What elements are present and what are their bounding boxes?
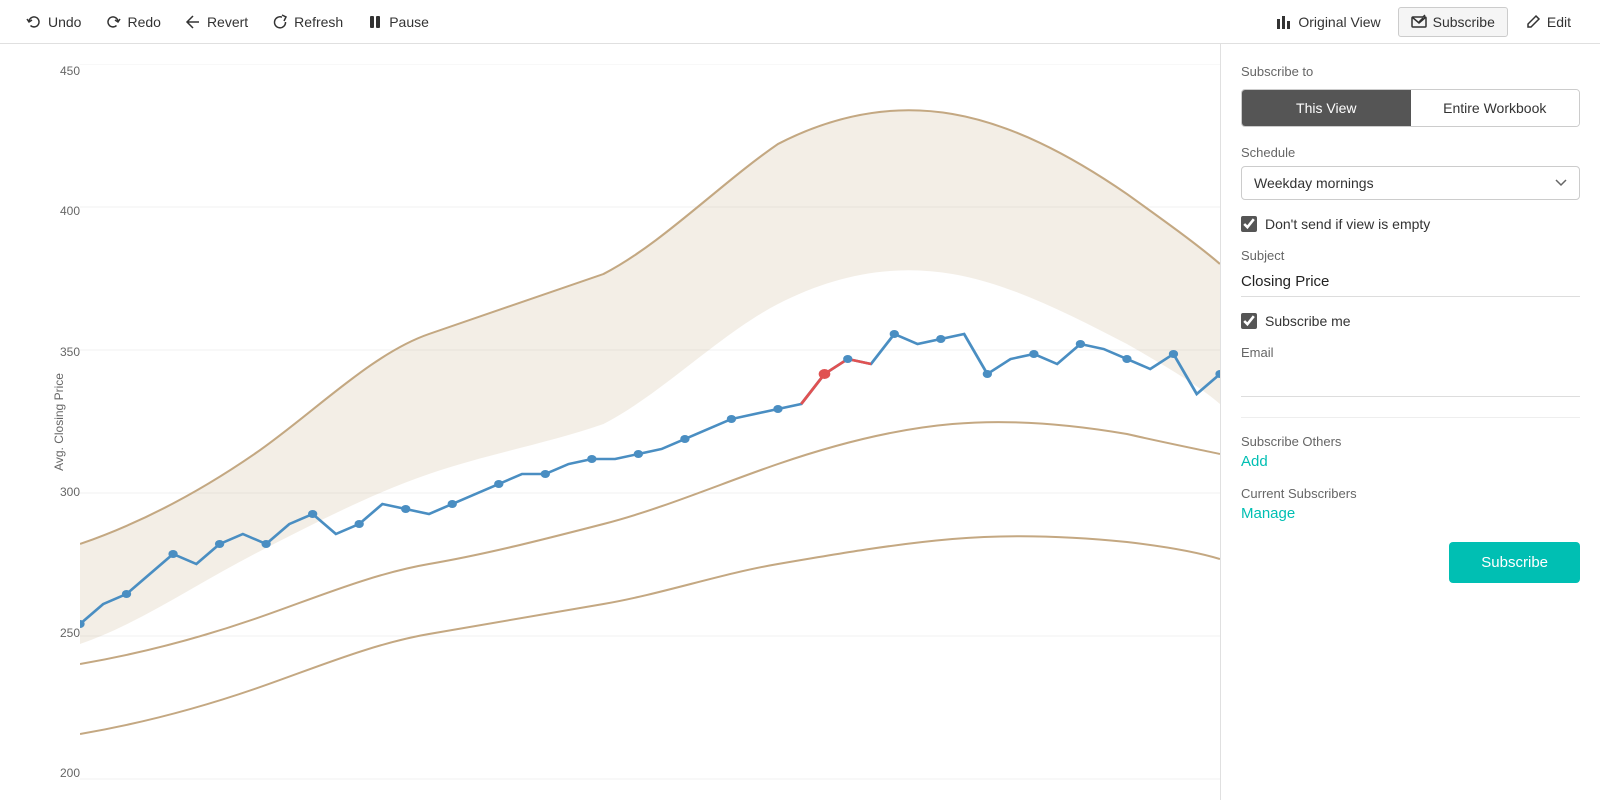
dont-send-empty-checkbox[interactable] [1241, 216, 1257, 232]
data-point [1076, 340, 1085, 348]
current-subscribers-label: Current Subscribers [1241, 486, 1580, 501]
divider [1241, 417, 1580, 418]
revert-icon [185, 14, 201, 30]
redo-label: Redo [127, 14, 160, 30]
data-point [215, 540, 224, 548]
y-tick-350: 350 [50, 345, 80, 359]
y-tick-450: 450 [50, 64, 80, 78]
email-label: Email [1241, 345, 1580, 360]
y-tick-300: 300 [50, 485, 80, 499]
subject-value: Closing Price [1241, 267, 1580, 297]
main-area: Avg. Closing Price 450 400 350 300 250 2… [0, 44, 1600, 800]
edit-icon [1525, 14, 1541, 30]
refresh-label: Refresh [294, 14, 343, 30]
pause-icon [367, 14, 383, 30]
chart-svg [80, 64, 1220, 780]
y-axis-ticks: 450 400 350 300 250 200 [50, 64, 80, 780]
subscribe-nav-label: Subscribe [1433, 14, 1495, 30]
chart-area: Avg. Closing Price 450 400 350 300 250 2… [0, 44, 1220, 800]
data-point [168, 550, 177, 558]
subscribe-me-label[interactable]: Subscribe me [1265, 313, 1351, 329]
red-segment [801, 359, 871, 404]
data-point [634, 450, 643, 458]
undo-button[interactable]: Undo [16, 8, 91, 36]
dont-send-empty-label[interactable]: Don't send if view is empty [1265, 216, 1430, 232]
toolbar-right: Original View Subscribe Edit [1263, 7, 1584, 37]
email-input[interactable] [1241, 364, 1580, 397]
revert-button[interactable]: Revert [175, 8, 258, 36]
data-point [355, 520, 364, 528]
data-point [890, 330, 899, 338]
original-view-label: Original View [1298, 14, 1380, 30]
data-point [494, 480, 503, 488]
email-section: Email [1241, 345, 1580, 397]
pause-button[interactable]: Pause [357, 8, 439, 36]
refresh-icon [272, 14, 288, 30]
y-tick-400: 400 [50, 204, 80, 218]
undo-icon [26, 14, 42, 30]
y-tick-200: 200 [50, 766, 80, 780]
data-point [261, 540, 270, 548]
redo-button[interactable]: Redo [95, 8, 170, 36]
redo-icon [105, 14, 121, 30]
schedule-label: Schedule [1241, 145, 1580, 160]
data-point [773, 405, 782, 413]
subscribe-panel: Subscribe to This View Entire Workbook S… [1220, 44, 1600, 800]
data-point [401, 505, 410, 513]
lower-lower-band-line [80, 536, 1220, 734]
data-point [122, 590, 131, 598]
refresh-button[interactable]: Refresh [262, 8, 353, 36]
data-point [1169, 350, 1178, 358]
chart-svg-container [80, 64, 1220, 780]
toolbar: Undo Redo Revert Refresh Pause [0, 0, 1600, 44]
chart-icon [1276, 14, 1292, 30]
upper-band-fill [80, 110, 1220, 644]
original-view-button[interactable]: Original View [1263, 7, 1393, 37]
dont-send-empty-row: Don't send if view is empty [1241, 216, 1580, 232]
subscribe-to-label: Subscribe to [1241, 64, 1580, 79]
this-view-button[interactable]: This View [1242, 90, 1411, 126]
schedule-select[interactable]: Weekday mornings Daily Weekly Monthly [1241, 166, 1580, 200]
data-point [936, 335, 945, 343]
pause-label: Pause [389, 14, 429, 30]
subscribe-button[interactable]: Subscribe [1398, 7, 1508, 37]
email-icon [1411, 14, 1427, 30]
subscribe-me-row: Subscribe me [1241, 313, 1580, 329]
data-point [448, 500, 457, 508]
data-point [843, 355, 852, 363]
data-point [587, 455, 596, 463]
subscribe-toggle: This View Entire Workbook [1241, 89, 1580, 127]
subscribe-me-checkbox[interactable] [1241, 313, 1257, 329]
subscribe-submit-button[interactable]: Subscribe [1449, 542, 1580, 583]
data-point [541, 470, 550, 478]
entire-workbook-button[interactable]: Entire Workbook [1411, 90, 1580, 126]
data-point [1029, 350, 1038, 358]
data-point [727, 415, 736, 423]
subject-label: Subject [1241, 248, 1580, 263]
undo-label: Undo [48, 14, 81, 30]
y-tick-250: 250 [50, 626, 80, 640]
revert-label: Revert [207, 14, 248, 30]
manage-link[interactable]: Manage [1241, 505, 1580, 522]
red-point [819, 369, 831, 379]
data-point [983, 370, 992, 378]
add-link[interactable]: Add [1241, 453, 1580, 470]
data-point [1122, 355, 1131, 363]
data-point [680, 435, 689, 443]
subscribe-others-label: Subscribe Others [1241, 434, 1580, 449]
data-point [308, 510, 317, 518]
edit-label: Edit [1547, 14, 1571, 30]
edit-button[interactable]: Edit [1512, 7, 1584, 37]
